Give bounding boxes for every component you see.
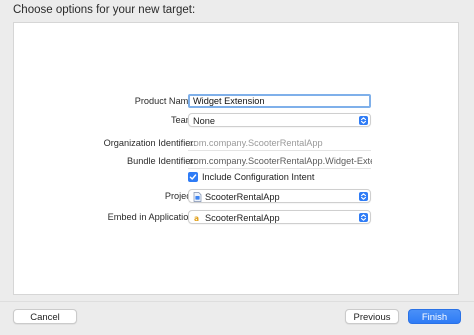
bundle-identifier-row: Bundle Identifier: com.company.ScooterRe… — [14, 154, 460, 172]
team-popup[interactable]: None — [188, 113, 371, 127]
chevron-updown-icon — [359, 192, 368, 201]
bundle-identifier-label: Bundle Identifier: — [127, 156, 196, 166]
cancel-button[interactable]: Cancel — [13, 309, 77, 324]
product-name-label: Product Name: — [134, 96, 196, 106]
new-target-sheet: Choose options for your new target: Prod… — [0, 0, 474, 335]
project-popup[interactable]: ScooterRentalApp — [188, 189, 371, 203]
organization-identifier-label: Organization Identifier: — [103, 138, 196, 148]
embed-in-application-value: ScooterRentalApp — [205, 213, 280, 223]
organization-identifier-field[interactable]: com.company.ScooterRentalApp — [188, 136, 372, 150]
field-underline — [188, 150, 371, 151]
embed-in-application-row: Embed in Application: a ScooterRentalApp — [14, 210, 460, 228]
sheet-title: Choose options for your new target: — [13, 4, 196, 16]
embed-in-application-label: Embed in Application: — [107, 212, 196, 222]
target-options-form: Product Name: Widget Extension Team: Non… — [14, 23, 460, 296]
project-value: ScooterRentalApp — [205, 192, 280, 202]
product-name-row: Product Name: Widget Extension — [14, 94, 460, 112]
chevron-updown-icon — [359, 213, 368, 222]
field-underline — [188, 168, 371, 169]
footer-divider — [0, 301, 474, 302]
product-name-field[interactable]: Widget Extension — [188, 94, 371, 108]
finish-button[interactable]: Finish — [408, 309, 461, 324]
svg-text:a: a — [194, 214, 199, 223]
include-configuration-intent-label[interactable]: Include Configuration Intent — [202, 172, 314, 182]
chevron-updown-icon — [359, 116, 368, 125]
team-row: Team: None — [14, 113, 460, 131]
include-configuration-intent-checkbox[interactable] — [188, 172, 198, 182]
team-value: None — [193, 116, 215, 126]
embed-in-application-popup[interactable]: a ScooterRentalApp — [188, 210, 371, 224]
include-configuration-intent-row: Include Configuration Intent — [14, 171, 460, 189]
project-file-icon — [193, 192, 202, 202]
options-panel: Product Name: Widget Extension Team: Non… — [13, 22, 459, 295]
app-icon: a — [193, 213, 202, 223]
previous-button[interactable]: Previous — [345, 309, 399, 324]
project-row: Project: ScooterRentalApp — [14, 189, 460, 207]
organization-identifier-row: Organization Identifier: com.company.Sco… — [14, 136, 460, 154]
bundle-identifier-value: com.company.ScooterRentalApp.Widget-Exte… — [189, 156, 372, 166]
